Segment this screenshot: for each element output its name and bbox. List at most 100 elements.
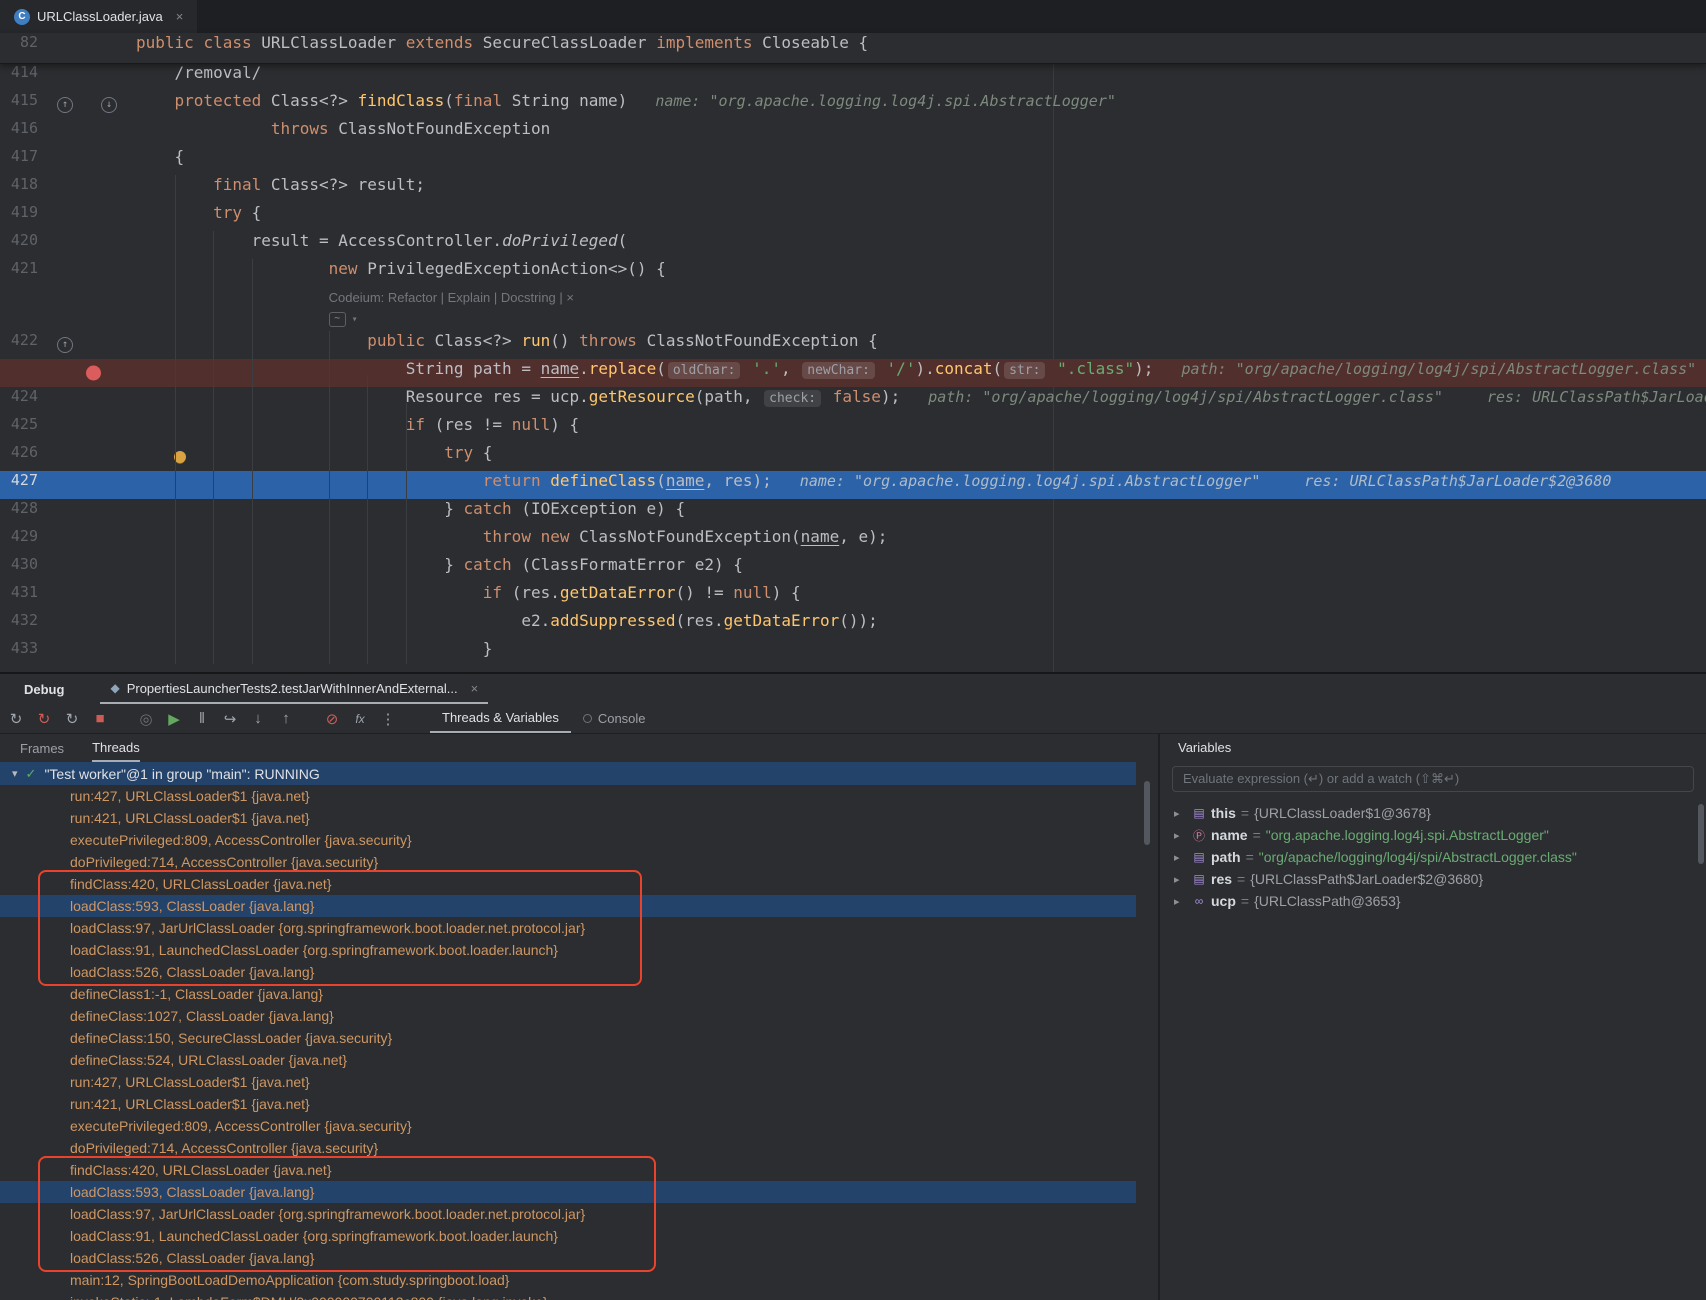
code-line[interactable]: 420 result = AccessController.doPrivileg… bbox=[0, 231, 1706, 259]
line-number[interactable] bbox=[0, 309, 52, 331]
line-number[interactable] bbox=[0, 287, 52, 309]
intention-bulb-icon[interactable] bbox=[174, 451, 186, 463]
line-number[interactable]: 415 bbox=[0, 91, 52, 119]
line-number[interactable]: 417 bbox=[0, 147, 52, 175]
rerun-icon[interactable]: ↻ bbox=[4, 710, 28, 728]
code-line[interactable]: 417 { bbox=[0, 147, 1706, 175]
code-line[interactable]: 425 if (res != null) { bbox=[0, 415, 1706, 443]
step-out-icon[interactable]: ↑ bbox=[274, 710, 298, 727]
code-line[interactable]: 424 Resource res = ucp.getResource(path,… bbox=[0, 387, 1706, 415]
line-number[interactable] bbox=[0, 359, 52, 387]
line-number[interactable]: 431 bbox=[0, 583, 52, 611]
expand-chevron-icon[interactable]: ▸ bbox=[1174, 895, 1190, 908]
overrides-method-icon[interactable]: ↑ bbox=[57, 337, 73, 353]
code-line[interactable]: 432 e2.addSuppressed(res.getDataError())… bbox=[0, 611, 1706, 639]
lens-line[interactable]: Codeium: Refactor | Explain | Docstring … bbox=[0, 287, 1706, 309]
restart-icon[interactable]: ↻ bbox=[60, 710, 84, 728]
code-line[interactable]: 430 } catch (ClassFormatError e2) { bbox=[0, 555, 1706, 583]
stack-frame-row[interactable]: defineClass:1027, ClassLoader {java.lang… bbox=[0, 1005, 1136, 1027]
stack-frame-row[interactable]: loadClass:97, JarUrlClassLoader {org.spr… bbox=[0, 917, 1136, 939]
code-line[interactable]: 427 return defineClass(name, res);name: … bbox=[0, 471, 1706, 499]
stack-frame-row[interactable]: loadClass:91, LaunchedClassLoader {org.s… bbox=[0, 1225, 1136, 1247]
step-over-icon[interactable]: ↪ bbox=[218, 710, 242, 728]
stop-icon[interactable]: ■ bbox=[88, 710, 112, 727]
stack-frame-row[interactable]: loadClass:593, ClassLoader {java.lang} bbox=[0, 895, 1136, 917]
frames-scrollbar-thumb[interactable] bbox=[1144, 781, 1150, 845]
expand-chevron-icon[interactable]: ▸ bbox=[1174, 851, 1190, 864]
widget-line[interactable]: ~ ▾ bbox=[0, 309, 1706, 331]
stack-frame-row[interactable]: run:427, URLClassLoader$1 {java.net} bbox=[0, 785, 1136, 807]
overridden-method-icon[interactable]: ↓ bbox=[101, 97, 117, 113]
view-options-icon[interactable]: ◎ bbox=[134, 710, 158, 728]
stack-frame-row[interactable]: findClass:420, URLClassLoader {java.net} bbox=[0, 873, 1136, 895]
line-number[interactable]: 420 bbox=[0, 231, 52, 259]
line-number[interactable]: 430 bbox=[0, 555, 52, 583]
stack-frame-row[interactable]: executePrivileged:809, AccessController … bbox=[0, 1115, 1136, 1137]
resume-icon[interactable]: ▶ bbox=[162, 710, 186, 728]
stack-frame-row[interactable]: invokeStatic:-1, LambdaForm$DMH/0x000000… bbox=[0, 1291, 1136, 1300]
variable-row[interactable]: ▸▤res={URLClassPath$JarLoader$2@3680} bbox=[1160, 868, 1706, 890]
line-number[interactable]: 419 bbox=[0, 203, 52, 231]
editor-tab-urlclassloader[interactable]: C URLClassLoader.java × bbox=[0, 0, 197, 33]
stack-frame-row[interactable]: findClass:420, URLClassLoader {java.net} bbox=[0, 1159, 1136, 1181]
code-line[interactable]: 414 /removal/ bbox=[0, 63, 1706, 91]
tab-console[interactable]: Console bbox=[571, 704, 658, 733]
stack-frame-row[interactable]: run:421, URLClassLoader$1 {java.net} bbox=[0, 807, 1136, 829]
code-line[interactable]: 431 if (res.getDataError() != null) { bbox=[0, 583, 1706, 611]
debug-session-tab[interactable]: ◆ PropertiesLauncherTests2.testJarWithIn… bbox=[100, 674, 488, 704]
thread-header-row[interactable]: ▾ ✓ "Test worker"@1 in group "main": RUN… bbox=[0, 762, 1136, 785]
session-tab-close-icon[interactable]: × bbox=[471, 681, 479, 696]
code-line[interactable]: String path = name.replace(oldChar: '.',… bbox=[0, 359, 1706, 387]
more-icon[interactable]: ⋮ bbox=[376, 710, 400, 728]
code-line[interactable]: 416 throws ClassNotFoundException bbox=[0, 119, 1706, 147]
tab-close-icon[interactable]: × bbox=[176, 9, 184, 24]
code-line[interactable]: 415↑↓ protected Class<?> findClass(final… bbox=[0, 91, 1706, 119]
tab-threads[interactable]: Threads bbox=[92, 734, 140, 762]
code-line[interactable]: 421 new PrivilegedExceptionAction<>() { bbox=[0, 259, 1706, 287]
stack-frame-row[interactable]: loadClass:91, LaunchedClassLoader {org.s… bbox=[0, 939, 1136, 961]
variable-row[interactable]: ▸Ⓟname="org.apache.logging.log4j.spi.Abs… bbox=[1160, 824, 1706, 846]
line-number[interactable]: 421 bbox=[0, 259, 52, 287]
stack-frame-row[interactable]: defineClass1:-1, ClassLoader {java.lang} bbox=[0, 983, 1136, 1005]
stack-frame-row[interactable]: doPrivileged:714, AccessController {java… bbox=[0, 1137, 1136, 1159]
collapse-chevron-icon[interactable]: ▾ bbox=[12, 767, 18, 780]
variables-scrollbar-thumb[interactable] bbox=[1698, 804, 1704, 864]
pause-icon[interactable]: ‖ bbox=[190, 710, 214, 727]
stack-frame-row[interactable]: defineClass:524, URLClassLoader {java.ne… bbox=[0, 1049, 1136, 1071]
stack-frames-list[interactable]: run:427, URLClassLoader$1 {java.net}run:… bbox=[0, 785, 1136, 1300]
breakpoint-icon[interactable] bbox=[86, 366, 101, 381]
stack-frame-row[interactable]: run:427, URLClassLoader$1 {java.net} bbox=[0, 1071, 1136, 1093]
variable-row[interactable]: ▸∞ucp={URLClassPath@3653} bbox=[1160, 890, 1706, 912]
stack-frame-row[interactable]: main:12, SpringBootLoadDemoApplication {… bbox=[0, 1269, 1136, 1291]
step-into-icon[interactable]: ↓ bbox=[246, 710, 270, 727]
stack-frame-row[interactable]: defineClass:150, SecureClassLoader {java… bbox=[0, 1027, 1136, 1049]
code-line[interactable]: 429 throw new ClassNotFoundException(nam… bbox=[0, 527, 1706, 555]
stack-frame-row[interactable]: loadClass:97, JarUrlClassLoader {org.spr… bbox=[0, 1203, 1136, 1225]
stack-frame-row[interactable]: loadClass:526, ClassLoader {java.lang} bbox=[0, 961, 1136, 983]
line-number[interactable]: 426 bbox=[0, 443, 52, 471]
line-number[interactable]: 424 bbox=[0, 387, 52, 415]
line-number[interactable]: 429 bbox=[0, 527, 52, 555]
tab-threads-and-variables[interactable]: Threads & Variables bbox=[430, 704, 571, 733]
tab-frames[interactable]: Frames bbox=[20, 734, 64, 762]
line-number[interactable]: 432 bbox=[0, 611, 52, 639]
expand-chevron-icon[interactable]: ▸ bbox=[1174, 807, 1190, 820]
variable-row[interactable]: ▸▤this={URLClassLoader$1@3678} bbox=[1160, 802, 1706, 824]
evaluate-expression-input[interactable]: Evaluate expression (↵) or add a watch (… bbox=[1172, 766, 1694, 792]
stack-frame-row[interactable]: run:421, URLClassLoader$1 {java.net} bbox=[0, 1093, 1136, 1115]
stack-frame-row[interactable]: loadClass:526, ClassLoader {java.lang} bbox=[0, 1247, 1136, 1269]
variable-row[interactable]: ▸▤path="org/apache/logging/log4j/spi/Abs… bbox=[1160, 846, 1706, 868]
line-number[interactable]: 427 bbox=[0, 471, 52, 499]
line-number[interactable]: 416 bbox=[0, 119, 52, 147]
code-line[interactable]: 419 try { bbox=[0, 203, 1706, 231]
rerun-failed-tests-icon[interactable]: ↻ bbox=[32, 710, 56, 728]
stack-frame-row[interactable]: doPrivileged:714, AccessController {java… bbox=[0, 851, 1136, 873]
line-number[interactable]: 428 bbox=[0, 499, 52, 527]
stack-frame-row[interactable]: executePrivileged:809, AccessController … bbox=[0, 829, 1136, 851]
code-line[interactable]: 418 final Class<?> result; bbox=[0, 175, 1706, 203]
evaluate-expression-icon[interactable]: fx bbox=[348, 712, 372, 726]
line-number[interactable]: 433 bbox=[0, 639, 52, 667]
mute-breakpoints-icon[interactable]: ⊘ bbox=[320, 710, 344, 728]
stack-frame-row[interactable]: loadClass:593, ClassLoader {java.lang} bbox=[0, 1181, 1136, 1203]
variables-list[interactable]: ▸▤this={URLClassLoader$1@3678}▸Ⓟname="or… bbox=[1160, 802, 1706, 912]
